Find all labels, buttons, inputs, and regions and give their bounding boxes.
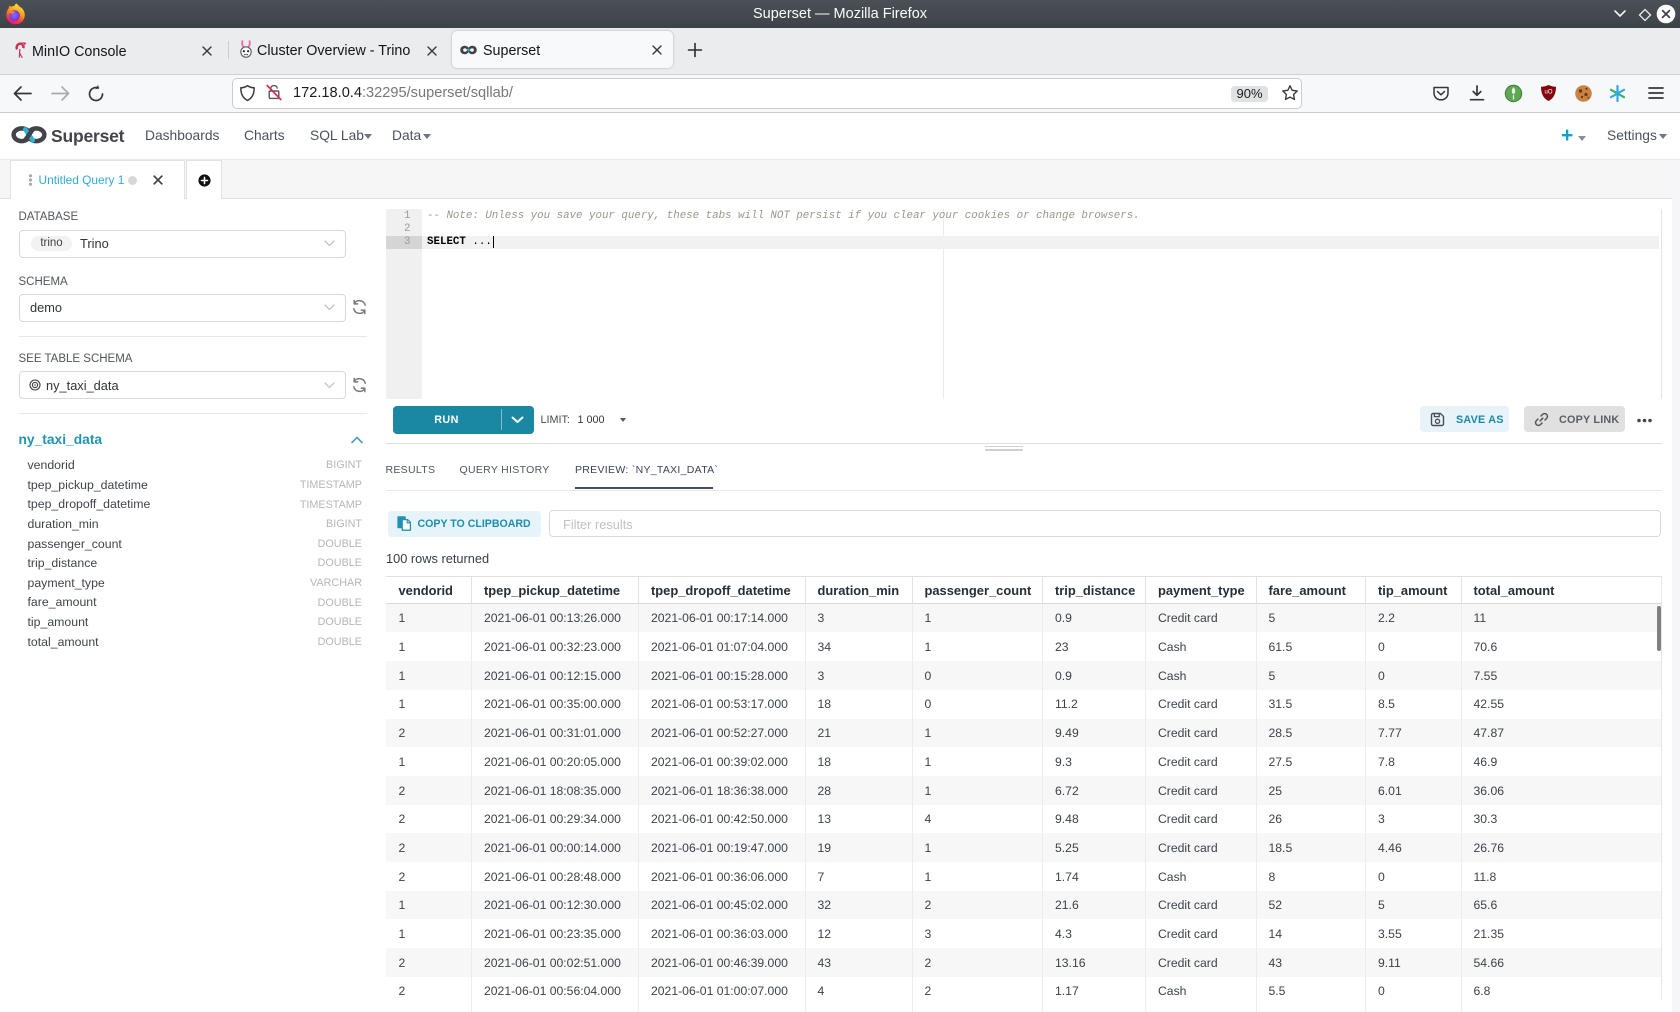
svg-text:uO: uO — [1544, 90, 1552, 96]
